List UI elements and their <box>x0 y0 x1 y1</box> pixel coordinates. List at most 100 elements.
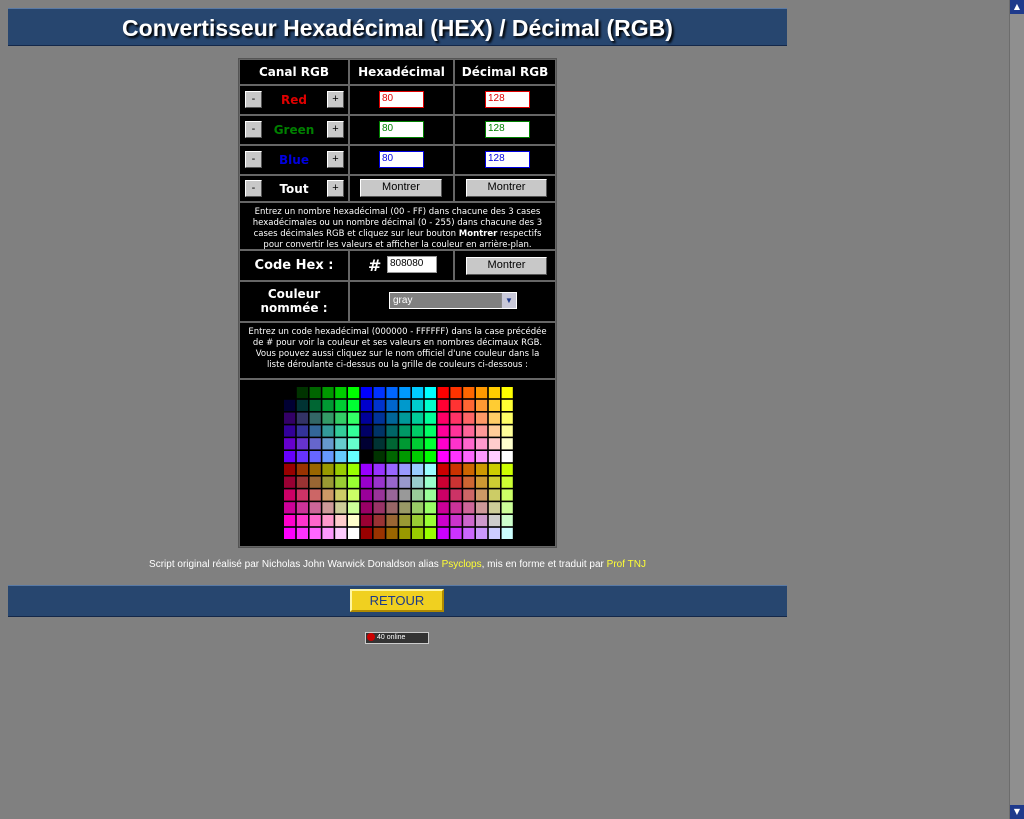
green-hex-input[interactable]: 80 <box>379 121 424 138</box>
color-swatch[interactable] <box>309 463 321 475</box>
tout-plus-button[interactable]: + <box>327 180 344 197</box>
color-swatch[interactable] <box>463 489 475 501</box>
color-swatch[interactable] <box>335 412 347 424</box>
color-swatch[interactable] <box>412 527 424 539</box>
color-swatch[interactable] <box>501 387 513 399</box>
color-swatch[interactable] <box>488 425 500 437</box>
blue-minus-button[interactable]: - <box>245 151 262 168</box>
color-swatch[interactable] <box>309 502 321 514</box>
color-swatch[interactable] <box>348 502 360 514</box>
color-swatch[interactable] <box>309 527 321 539</box>
named-color-select[interactable]: gray ▼ <box>389 292 517 309</box>
color-swatch[interactable] <box>348 412 360 424</box>
color-swatch[interactable] <box>322 463 334 475</box>
color-swatch[interactable] <box>450 476 462 488</box>
color-swatch[interactable] <box>322 412 334 424</box>
color-swatch[interactable] <box>501 489 513 501</box>
color-swatch[interactable] <box>450 527 462 539</box>
color-swatch[interactable] <box>284 463 296 475</box>
color-swatch[interactable] <box>360 527 372 539</box>
color-swatch[interactable] <box>437 476 449 488</box>
color-swatch[interactable] <box>360 515 372 527</box>
color-swatch[interactable] <box>322 451 334 463</box>
color-grid[interactable] <box>240 380 555 546</box>
color-swatch[interactable] <box>335 399 347 411</box>
blue-plus-button[interactable]: + <box>327 151 344 168</box>
color-swatch[interactable] <box>322 476 334 488</box>
color-swatch[interactable] <box>284 476 296 488</box>
color-swatch[interactable] <box>348 438 360 450</box>
color-swatch[interactable] <box>412 489 424 501</box>
color-swatch[interactable] <box>296 412 308 424</box>
color-swatch[interactable] <box>476 476 488 488</box>
color-swatch[interactable] <box>360 489 372 501</box>
color-swatch[interactable] <box>386 438 398 450</box>
color-swatch[interactable] <box>399 451 411 463</box>
scroll-down-icon[interactable]: ▼ <box>1010 805 1024 819</box>
color-swatch[interactable] <box>386 463 398 475</box>
color-swatch[interactable] <box>296 502 308 514</box>
color-swatch[interactable] <box>284 502 296 514</box>
color-swatch[interactable] <box>386 412 398 424</box>
chevron-down-icon[interactable]: ▼ <box>501 293 516 308</box>
color-swatch[interactable] <box>322 515 334 527</box>
online-counter[interactable]: 40 online <box>365 632 429 644</box>
color-swatch[interactable] <box>463 387 475 399</box>
color-swatch[interactable] <box>488 463 500 475</box>
color-swatch[interactable] <box>501 451 513 463</box>
color-swatch[interactable] <box>373 476 385 488</box>
color-swatch[interactable] <box>476 387 488 399</box>
color-swatch[interactable] <box>399 489 411 501</box>
color-swatch[interactable] <box>399 515 411 527</box>
color-swatch[interactable] <box>437 489 449 501</box>
color-swatch[interactable] <box>360 425 372 437</box>
color-swatch[interactable] <box>399 476 411 488</box>
color-swatch[interactable] <box>463 399 475 411</box>
color-swatch[interactable] <box>373 489 385 501</box>
color-swatch[interactable] <box>335 438 347 450</box>
color-swatch[interactable] <box>386 476 398 488</box>
retour-button[interactable]: RETOUR <box>350 589 444 612</box>
color-swatch[interactable] <box>360 387 372 399</box>
color-swatch[interactable] <box>348 527 360 539</box>
color-swatch[interactable] <box>360 399 372 411</box>
color-swatch[interactable] <box>463 463 475 475</box>
color-swatch[interactable] <box>348 451 360 463</box>
color-swatch[interactable] <box>437 412 449 424</box>
color-swatch[interactable] <box>373 451 385 463</box>
color-swatch[interactable] <box>437 463 449 475</box>
color-swatch[interactable] <box>501 425 513 437</box>
montrer-dec-button[interactable]: Montrer <box>466 179 547 197</box>
color-swatch[interactable] <box>322 527 334 539</box>
color-swatch[interactable] <box>488 502 500 514</box>
color-swatch[interactable] <box>335 463 347 475</box>
color-swatch[interactable] <box>476 399 488 411</box>
blue-dec-input[interactable]: 128 <box>485 151 530 168</box>
color-swatch[interactable] <box>476 515 488 527</box>
color-swatch[interactable] <box>296 451 308 463</box>
color-swatch[interactable] <box>284 412 296 424</box>
color-swatch[interactable] <box>501 527 513 539</box>
blue-hex-input[interactable]: 80 <box>379 151 424 168</box>
color-swatch[interactable] <box>309 412 321 424</box>
green-plus-button[interactable]: + <box>327 121 344 138</box>
color-swatch[interactable] <box>437 425 449 437</box>
color-swatch[interactable] <box>463 527 475 539</box>
color-swatch[interactable] <box>284 438 296 450</box>
color-swatch[interactable] <box>373 438 385 450</box>
color-swatch[interactable] <box>501 412 513 424</box>
color-swatch[interactable] <box>488 476 500 488</box>
color-swatch[interactable] <box>373 515 385 527</box>
color-swatch[interactable] <box>335 451 347 463</box>
green-minus-button[interactable]: - <box>245 121 262 138</box>
color-swatch[interactable] <box>463 515 475 527</box>
color-swatch[interactable] <box>488 451 500 463</box>
color-swatch[interactable] <box>412 399 424 411</box>
color-swatch[interactable] <box>386 515 398 527</box>
color-swatch[interactable] <box>501 463 513 475</box>
color-swatch[interactable] <box>450 489 462 501</box>
color-swatch[interactable] <box>463 438 475 450</box>
color-swatch[interactable] <box>296 399 308 411</box>
color-swatch[interactable] <box>296 476 308 488</box>
color-swatch[interactable] <box>450 451 462 463</box>
